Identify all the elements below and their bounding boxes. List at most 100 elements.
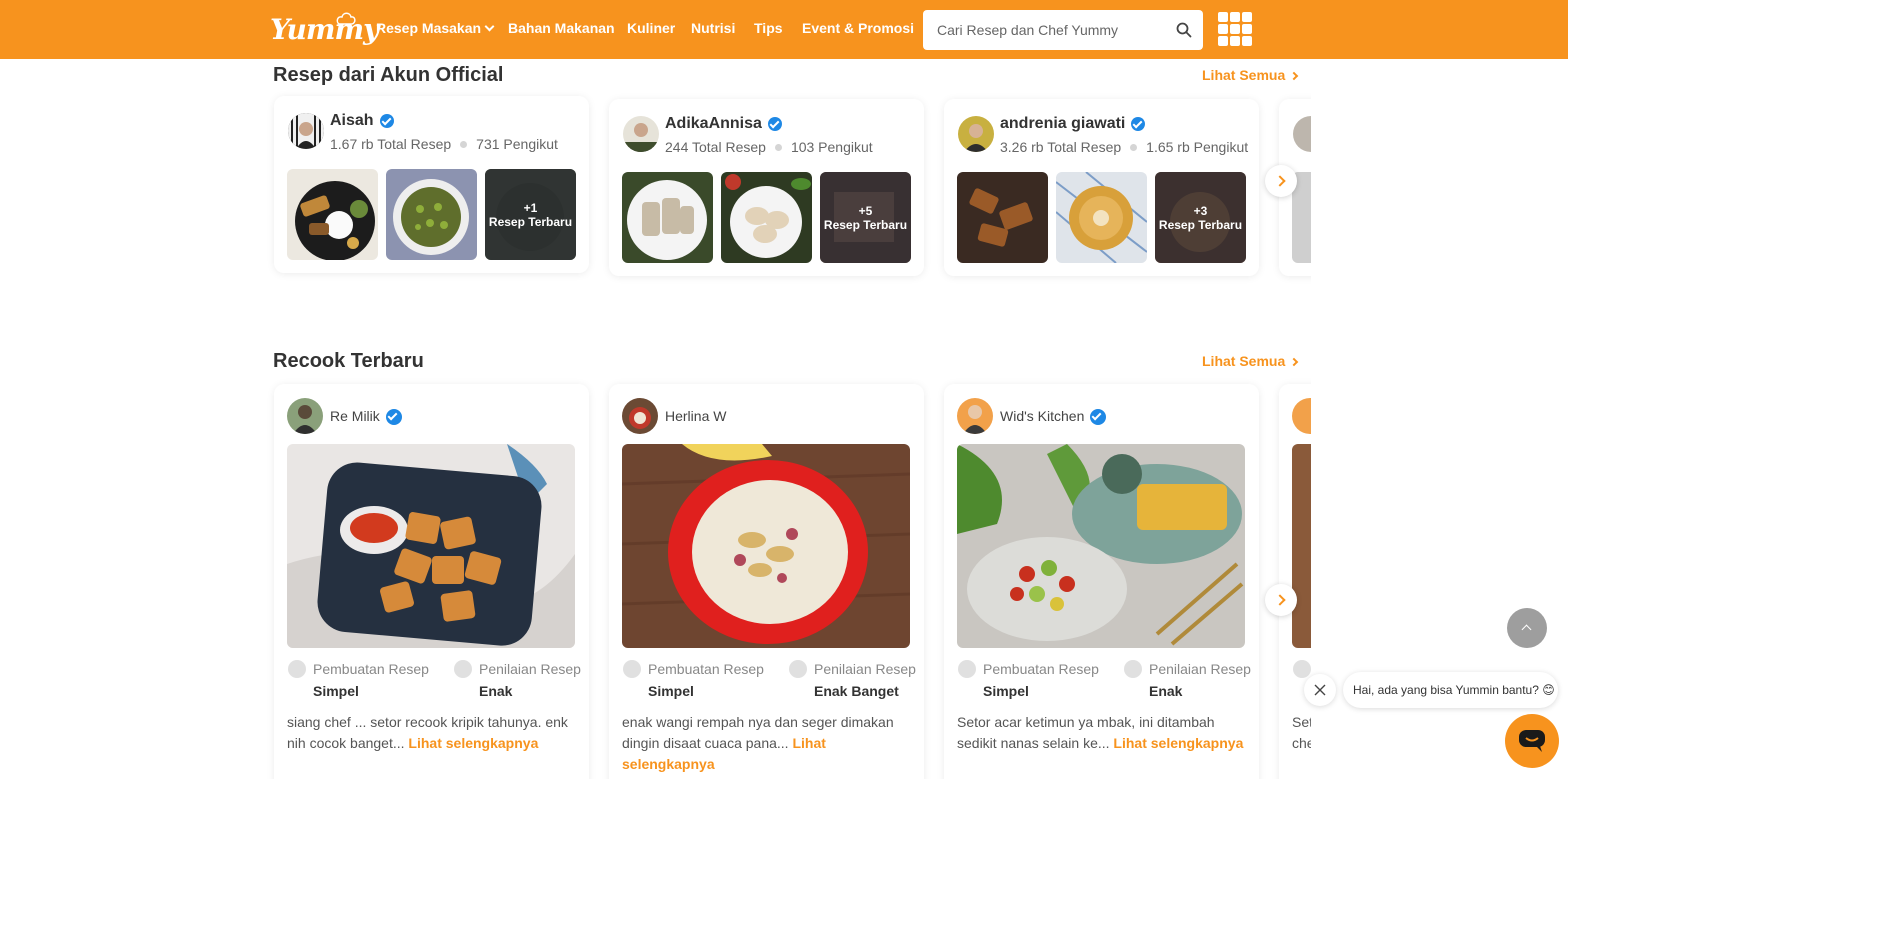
recook-photo[interactable]: [622, 444, 910, 648]
chevron-right-icon: [1290, 357, 1299, 367]
recook-see-all-link[interactable]: Lihat Semua: [1202, 353, 1299, 369]
making-label: Pembuatan Resep: [313, 661, 429, 677]
recipe-thumbnail[interactable]: [386, 169, 477, 260]
total-recipes: 244 Total Resep: [665, 139, 766, 155]
recook-photo[interactable]: [1292, 444, 1311, 648]
nav-event-promosi[interactable]: Event & Promosi: [802, 20, 914, 36]
recook-description: siang chef ... setor recook kripik tahun…: [287, 712, 577, 754]
search-input[interactable]: [937, 10, 1167, 50]
smiley-icon: [1124, 660, 1142, 678]
user-name-text: Re Milik: [330, 408, 380, 424]
top-navbar: Yummy Resep Masakan Bahan Makanan Kuline…: [0, 0, 1568, 59]
recook-user-name[interactable]: Herlina W: [665, 408, 726, 424]
rating-label: Penilaian Resep: [479, 661, 581, 677]
recipe-thumbnail[interactable]: [622, 172, 713, 263]
account-name-text: AdikaAnnisa: [665, 115, 762, 132]
official-next-arrow-button[interactable]: [1265, 165, 1297, 197]
recook-section-title: Recook Terbaru: [273, 350, 424, 372]
official-see-all-link[interactable]: Lihat Semua: [1202, 67, 1299, 83]
recook-user-name[interactable]: Re Milik: [330, 408, 402, 426]
nav-tips[interactable]: Tips: [754, 20, 783, 36]
avatar: [1292, 398, 1311, 434]
smiley-icon: [454, 660, 472, 678]
chevron-down-icon: [484, 21, 495, 32]
account-stats: 1.67 rb Total Resep 731 Pengikut: [330, 136, 558, 152]
avatar: [958, 116, 994, 152]
verified-badge-icon: [767, 116, 782, 131]
account-name[interactable]: AdikaAnnisa: [665, 115, 782, 133]
rating-value: Enak: [479, 683, 513, 699]
yummy-logo[interactable]: Yummy: [270, 10, 379, 50]
read-more-link[interactable]: Lihat selengkapnya: [408, 735, 538, 751]
rating-value: Enak: [1149, 683, 1183, 699]
avatar: [623, 116, 659, 152]
recook-card[interactable]: Wid's Kitchen Pembuatan Resep Simpel Pen…: [944, 384, 1259, 779]
verified-badge-icon: [385, 409, 402, 426]
cooking-pot-icon: [1293, 660, 1311, 678]
see-all-label: Lihat Semua: [1202, 353, 1286, 369]
rating-value: Enak Banget: [814, 683, 899, 699]
recipe-thumbnail[interactable]: [721, 172, 812, 263]
nav-kuliner[interactable]: Kuliner: [627, 20, 675, 36]
more-label: Resep Terbaru: [823, 217, 908, 232]
user-name-text: Wid's Kitchen: [1000, 408, 1085, 424]
account-name[interactable]: Aisah: [330, 112, 394, 130]
apps-grid-icon[interactable]: [1218, 12, 1252, 46]
official-account-card[interactable]: andrenia giawati 3.26 rb Total Resep 1.65…: [944, 99, 1259, 276]
recook-user-name[interactable]: Wid's Kitchen: [1000, 408, 1107, 426]
chat-open-button[interactable]: [1505, 714, 1559, 768]
recook-photo[interactable]: [287, 444, 575, 648]
making-value: Simpel: [983, 683, 1029, 699]
nav-label: Resep Masakan: [376, 20, 482, 36]
nav-bahan-makanan[interactable]: Bahan Makanan: [508, 20, 615, 36]
recipe-thumbnail[interactable]: [287, 169, 378, 260]
verified-badge-icon: [1131, 116, 1146, 131]
recipe-thumbnail-more[interactable]: +5 Resep Terbaru: [820, 172, 911, 263]
chat-greeting-bubble[interactable]: Hai, ada yang bisa Yummin bantu? 😊: [1343, 672, 1558, 708]
official-account-card[interactable]: AdikaAnnisa 244 Total Resep 103 Pengikut …: [609, 99, 924, 276]
total-recipes: 1.67 rb Total Resep: [330, 136, 452, 152]
cooking-pot-icon: [623, 660, 641, 678]
search-icon[interactable]: [1176, 22, 1192, 38]
verified-badge-icon: [379, 113, 394, 128]
chef-hat-icon: [336, 12, 356, 25]
more-recipes-overlay: +3 Resep Terbaru: [1155, 172, 1246, 263]
followers-count: 731 Pengikut: [476, 136, 558, 152]
recipe-thumbnail-more[interactable]: +3 Resep Terbaru: [1155, 172, 1246, 263]
account-stats: 3.26 rb Total Resep 1.65 rb Pengikut: [1000, 139, 1248, 155]
recook-card[interactable]: Herlina W Pembuatan Resep Simpel Penilai…: [609, 384, 924, 779]
description-text: enak wangi rempah nya dan seger dimakan …: [622, 714, 894, 751]
read-more-link[interactable]: Lihat selengkapnya: [1113, 735, 1243, 751]
more-label: Resep Terbaru: [1158, 217, 1243, 232]
account-name-text: andrenia giawati: [1000, 115, 1126, 132]
recipe-thumbnail[interactable]: [1056, 172, 1147, 263]
chat-close-button[interactable]: [1304, 674, 1336, 706]
more-label: Resep Terbaru: [488, 214, 573, 229]
more-count: +1: [523, 200, 538, 215]
scroll-to-top-button[interactable]: [1507, 608, 1547, 648]
official-account-card[interactable]: Aisah 1.67 rb Total Resep 731 Pengikut +1…: [274, 96, 589, 273]
official-carousel: Aisah 1.67 rb Total Resep 731 Pengikut +1…: [262, 90, 1311, 290]
recook-card-partial[interactable]: Set che: [1279, 384, 1311, 779]
chevron-right-icon: [1290, 71, 1299, 81]
recook-card[interactable]: Re Milik Pembuatan Resep Simpel Penilaia…: [274, 384, 589, 779]
recipe-thumbnail-more[interactable]: +1 Resep Terbaru: [485, 169, 576, 260]
followers-count: 1.65 rb Pengikut: [1146, 139, 1249, 155]
nav-nutrisi[interactable]: Nutrisi: [691, 20, 735, 36]
more-recipes-overlay: +5 Resep Terbaru: [820, 172, 911, 263]
nav-resep-masakan[interactable]: Resep Masakan: [376, 20, 495, 36]
recook-carousel: Re Milik Pembuatan Resep Simpel Penilaia…: [262, 376, 1311, 779]
recook-description: Set che: [1292, 714, 1311, 751]
account-name[interactable]: andrenia giawati: [1000, 115, 1146, 133]
recook-photo[interactable]: [957, 444, 1245, 648]
making-value: Simpel: [648, 683, 694, 699]
search-box: [923, 10, 1203, 50]
user-name-text: Herlina W: [665, 408, 727, 424]
logo-text: Yummy: [270, 13, 379, 46]
recipe-thumbnail[interactable]: [957, 172, 1048, 263]
recook-next-arrow-button[interactable]: [1265, 584, 1297, 616]
making-value: Simpel: [313, 683, 359, 699]
account-name-text: Aisah: [330, 112, 374, 129]
more-count: +3: [1193, 203, 1208, 218]
making-label: Pembuatan Resep: [983, 661, 1099, 677]
